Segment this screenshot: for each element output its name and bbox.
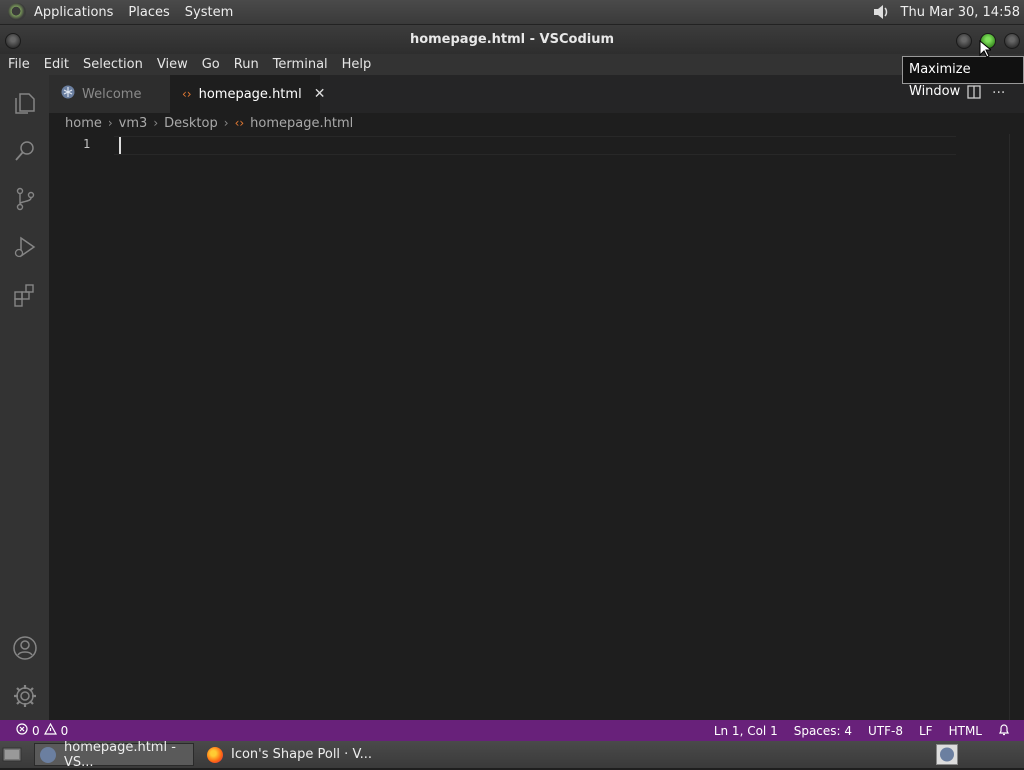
task-label: Icon's Shape Poll · V... [231, 747, 373, 762]
chevron-right-icon: › [107, 116, 113, 130]
vscodium-icon [61, 85, 75, 103]
cursor-position[interactable]: Ln 1, Col 1 [714, 724, 778, 738]
tab-welcome[interactable]: Welcome [49, 75, 170, 113]
notifications-bell-icon[interactable] [998, 723, 1010, 739]
top-panel: Applications Places System Thu Mar 30, 1… [0, 0, 1024, 25]
breadcrumb-desktop[interactable]: Desktop [164, 116, 218, 131]
menu-view[interactable]: View [151, 57, 194, 72]
workspace-switcher[interactable] [936, 744, 958, 765]
warning-count: 0 [60, 723, 69, 738]
close-window-button[interactable] [1004, 33, 1020, 49]
explorer-icon[interactable] [12, 90, 38, 116]
mouse-pointer-icon [979, 39, 993, 62]
menu-run[interactable]: Run [228, 57, 265, 72]
breadcrumb-file[interactable]: homepage.html [250, 116, 353, 131]
window-titlebar[interactable]: homepage.html - VSCodium [0, 25, 1024, 54]
chevron-right-icon: › [153, 116, 159, 130]
chevron-right-icon: › [223, 116, 229, 130]
minimize-button[interactable] [956, 33, 972, 49]
status-right: Ln 1, Col 1 Spaces: 4 UTF-8 LF HTML [698, 723, 1010, 739]
tab-homepage-html[interactable]: ‹› homepage.html ✕ [170, 75, 325, 113]
menu-selection[interactable]: Selection [77, 57, 149, 72]
distro-logo-icon[interactable] [8, 3, 26, 21]
taskbar: homepage.html - VS... Icon's Shape Poll … [0, 740, 1024, 770]
run-debug-icon[interactable] [12, 234, 38, 260]
status-bar: 0 0 Ln 1, Col 1 Spaces: 4 UTF-8 LF HTML [0, 720, 1024, 741]
encoding[interactable]: UTF-8 [868, 724, 903, 738]
tab-homepage-label: homepage.html [198, 86, 302, 102]
maximize-tooltip: Maximize Window [902, 56, 1024, 99]
search-icon[interactable] [12, 138, 38, 164]
task-label: homepage.html - VS... [64, 739, 176, 770]
text-cursor [119, 137, 121, 154]
vscodium-icon [40, 746, 56, 763]
menubar: File Edit Selection View Go Run Terminal… [0, 54, 1024, 75]
taskbar-item-firefox[interactable]: Icon's Shape Poll · V... [202, 743, 382, 766]
places-menu[interactable]: Places [128, 5, 169, 20]
end-of-line[interactable]: LF [919, 724, 933, 738]
tab-welcome-label: Welcome [82, 86, 142, 102]
more-actions-icon[interactable]: ··· [992, 85, 1005, 101]
split-editor-icon[interactable] [967, 85, 981, 103]
indentation[interactable]: Spaces: 4 [794, 724, 852, 738]
line-number: 1 [83, 137, 91, 151]
error-count: 0 [32, 723, 40, 738]
breadcrumb-home[interactable]: home [65, 116, 102, 131]
firefox-icon [207, 746, 223, 763]
volume-icon[interactable] [871, 3, 891, 21]
menu-terminal[interactable]: Terminal [267, 57, 334, 72]
activity-bar [0, 75, 49, 720]
window-menu-button[interactable] [5, 33, 21, 49]
language-mode[interactable]: HTML [949, 724, 982, 738]
menu-edit[interactable]: Edit [38, 57, 75, 72]
vertical-scrollbar[interactable] [1009, 134, 1024, 720]
accounts-icon[interactable] [12, 635, 38, 661]
menu-file[interactable]: File [2, 57, 36, 72]
code-editor[interactable]: 1 [49, 134, 1024, 720]
breadcrumb: home › vm3 › Desktop › ‹› homepage.html [65, 114, 353, 132]
close-tab-icon[interactable]: ✕ [314, 86, 326, 102]
applications-menu[interactable]: Applications [34, 5, 113, 20]
breadcrumb-vm3[interactable]: vm3 [119, 116, 148, 131]
system-menu[interactable]: System [185, 5, 233, 20]
html-file-icon: ‹› [234, 116, 245, 130]
menu-go[interactable]: Go [196, 57, 226, 72]
menu-help[interactable]: Help [336, 57, 378, 72]
window-title: homepage.html - VSCodium [409, 32, 615, 47]
settings-gear-icon[interactable] [12, 683, 38, 709]
show-desktop-icon[interactable] [2, 745, 22, 763]
error-icon [16, 723, 28, 738]
problems-indicator[interactable]: 0 0 [16, 722, 69, 738]
html-file-icon: ‹› [182, 87, 192, 101]
warning-icon [43, 722, 57, 738]
clock[interactable]: Thu Mar 30, 14:58 [901, 5, 1020, 20]
taskbar-item-vscodium[interactable]: homepage.html - VS... [34, 740, 194, 770]
editor-tabs: Welcome ‹› homepage.html ✕ ··· [49, 75, 1024, 113]
source-control-icon[interactable] [12, 186, 38, 212]
extensions-icon[interactable] [12, 282, 38, 308]
current-line-highlight [114, 136, 956, 155]
